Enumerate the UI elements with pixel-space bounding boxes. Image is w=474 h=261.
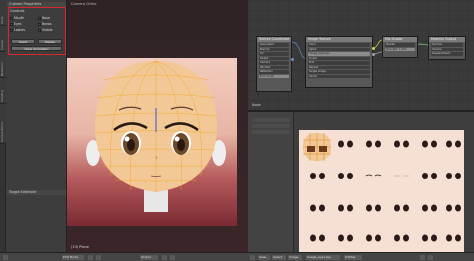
checkbox-icon — [10, 16, 13, 20]
controls-panel: Controls Mouth Nose Eyes Brows Lashes Vi… — [8, 7, 66, 55]
sidebar-row[interactable] — [252, 124, 290, 128]
insert-button[interactable]: Insert — [11, 39, 35, 44]
proportional-edit-icon[interactable] — [170, 255, 175, 260]
tab-shading[interactable]: Shading — [0, 78, 6, 104]
snap-icon[interactable] — [162, 255, 167, 260]
checkbox-icon — [38, 22, 41, 26]
mix-shader-node[interactable]: Mix Shader Shader Strength: 1.000 — [382, 36, 418, 58]
brows-checkbox[interactable]: Brows — [38, 22, 64, 26]
select-menu[interactable]: Select — [272, 255, 286, 260]
clear-animation-button[interactable]: Clear Animation — [11, 46, 62, 51]
alpha-socket[interactable] — [372, 53, 375, 56]
viewport-shading-icon[interactable] — [88, 255, 93, 260]
node-editor[interactable]: Texture Coordinate Generated Normal UV O… — [248, 0, 474, 110]
output-reflection: Reflection — [259, 70, 289, 74]
character-face — [86, 60, 226, 212]
tab-grease-pencil[interactable]: Grease Pencil — [0, 104, 6, 144]
uv-select-mode-icon[interactable] — [428, 255, 433, 260]
output-alpha: Alpha — [308, 47, 370, 51]
controls-panel-title[interactable]: Controls — [10, 9, 63, 13]
uv-socket[interactable] — [291, 58, 294, 61]
sidebar-row[interactable] — [252, 118, 290, 122]
mode-dropdown[interactable]: Edit Mode — [62, 255, 84, 260]
visible-checkbox[interactable]: Visible — [38, 28, 64, 32]
output-window: Window — [259, 65, 289, 69]
output-generated: Generated — [259, 43, 289, 47]
checkbox-icon — [10, 22, 13, 26]
neck — [144, 190, 168, 212]
input-displacement: Displacement — [431, 52, 463, 56]
checkbox-icon — [38, 28, 41, 32]
sidebar-row[interactable] — [252, 130, 290, 134]
node-title: Image Texture — [306, 37, 372, 42]
strength-field[interactable]: Strength: 1.000 — [385, 47, 415, 51]
input-surface: Surface — [431, 43, 463, 47]
eye-sprite-grid — [310, 140, 461, 242]
image-selector[interactable]: Image_eyes.tga — [308, 52, 370, 56]
texture-image — [303, 133, 461, 242]
output-uv: UV — [259, 52, 289, 56]
nose-checkbox[interactable]: Nose — [38, 16, 64, 20]
lashes-checkbox[interactable]: Lashes — [10, 28, 36, 32]
uv-image-editor[interactable] — [248, 110, 474, 254]
output-camera: Camera — [259, 61, 289, 65]
viewport-title: Camera Ortho — [71, 2, 97, 6]
extension-dropdown[interactable]: Repeat — [308, 65, 370, 69]
eyes-checkbox[interactable]: Eyes — [10, 22, 36, 26]
orientation-dropdown[interactable]: Global — [140, 255, 158, 260]
uv-mesh-island — [303, 133, 331, 161]
view3d-editor-type-icon[interactable] — [3, 255, 8, 260]
header-bar: Edit Mode Global View Select Image Image… — [0, 252, 474, 261]
color-space-dropdown[interactable]: Linear — [308, 56, 370, 60]
node-title: Material Output — [429, 37, 465, 42]
toggle-editmode-panel-header[interactable]: Toggle Editmode — [7, 190, 66, 195]
mouth-checkbox[interactable]: Mouth — [10, 16, 36, 20]
output-shader: Shader — [385, 43, 415, 47]
material-output-node[interactable]: Material Output Surface Volume Displacem… — [428, 36, 466, 60]
checkbox-icon — [10, 28, 13, 32]
input-vector: Vector — [308, 74, 370, 78]
tab-relations[interactable]: Relations — [0, 52, 6, 78]
checkbox-icon — [38, 16, 41, 20]
tab-create[interactable]: Create — [0, 26, 6, 52]
tab-tools[interactable]: Tools — [0, 0, 6, 26]
image-menu[interactable]: Image — [288, 255, 302, 260]
uvmap-dropdown[interactable]: UVMap — [344, 255, 362, 260]
pivot-icon[interactable] — [96, 255, 101, 260]
image-editor-type-icon[interactable] — [250, 255, 255, 260]
sync-selection-icon[interactable] — [420, 255, 425, 260]
delete-button[interactable]: Delete — [38, 39, 62, 44]
camera-frame — [67, 58, 237, 226]
input-volume: Volume — [431, 47, 463, 51]
tool-shelf: Tools Create Relations Shading Grease Pe… — [0, 0, 67, 252]
projection-dropdown[interactable]: Flat — [308, 61, 370, 65]
source-dropdown[interactable]: Single Image — [308, 70, 370, 74]
output-object: Object — [259, 56, 289, 60]
image-selector[interactable]: Image_eyes.tga — [306, 255, 340, 260]
image-texture-node[interactable]: Image Texture Color Alpha Image_eyes.tga… — [305, 36, 375, 88]
output-color: Color — [308, 43, 370, 47]
texture-coordinate-node[interactable]: Texture Coordinate Generated Normal UV O… — [256, 36, 294, 92]
color-socket[interactable] — [372, 47, 375, 50]
view-menu[interactable]: View — [258, 255, 270, 260]
active-object-label: (13) Plane — [71, 245, 89, 249]
3d-viewport[interactable]: Camera Ortho (13) Plane — [67, 0, 248, 252]
uv-editor-sidebar — [248, 112, 294, 252]
node-title: Texture Coordinate — [257, 37, 291, 42]
node-editor-label: Node — [252, 103, 261, 107]
tool-shelf-tabs: Tools Create Relations Shading Grease Pe… — [0, 0, 6, 252]
output-normal: Normal — [259, 47, 289, 51]
node-title: Mix Shader — [383, 37, 417, 42]
from-dupli-checkbox[interactable]: From Dupli — [259, 74, 289, 78]
eye-texture-atlas[interactable] — [299, 130, 464, 254]
